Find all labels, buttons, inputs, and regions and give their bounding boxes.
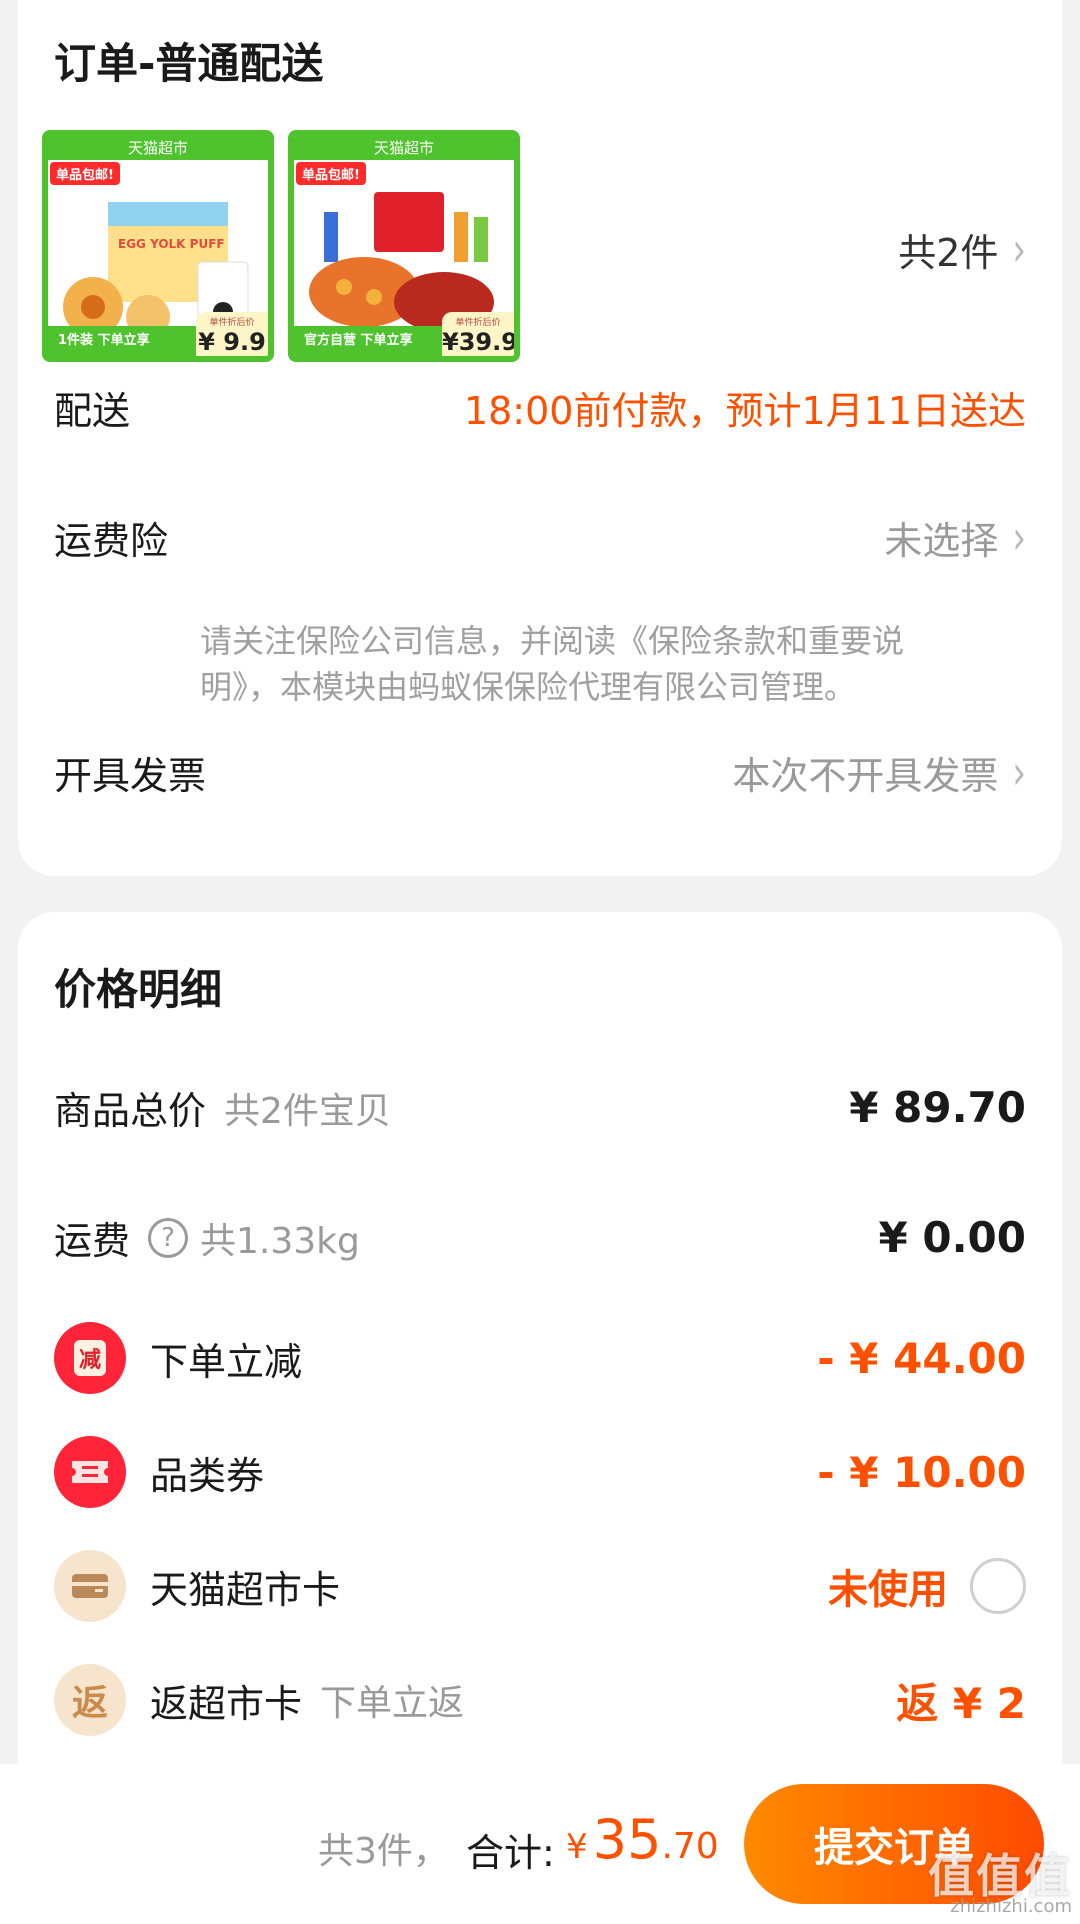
goods-total-label: 商品总价: [54, 1089, 207, 1133]
invoice-value: 本次不开具发票: [732, 754, 999, 798]
checkout-currency: ¥: [566, 1827, 588, 1867]
art-label: EGG YOLK PUFF: [118, 237, 225, 251]
product-thumbnail-1[interactable]: 天猫超市 单品包邮! EGG YOLK PUFF 1件装 下单立享 单件折后价 …: [42, 130, 274, 362]
shipping-value: ¥ 0.00: [878, 1213, 1026, 1262]
insurance-value-group: 未选择 ›: [884, 509, 1026, 566]
item-count: 共2件: [898, 231, 999, 275]
price-detail-card: 价格明细 商品总价 共2件宝贝 ¥ 89.70 运费 ? 共1.33kg ¥ 0…: [18, 912, 1062, 1912]
market-card-label: 天猫超市卡: [150, 1567, 341, 1612]
discount-label: 下单立减: [150, 1339, 303, 1384]
chevron-right-icon: ›: [1012, 509, 1026, 566]
help-icon[interactable]: ?: [148, 1217, 189, 1258]
order-card: 订单-普通配送 天猫超市 单品包邮! EGG YOLK PUFF 1件装 下单立…: [18, 0, 1062, 876]
thumb-price-box: 单件折后价 ¥ 9.9: [196, 312, 268, 356]
invoice-label: 开具发票: [54, 754, 207, 798]
checkout-item-count: 共3件，: [318, 1831, 449, 1872]
ticket-glyph: [72, 1461, 108, 1483]
thumb-price-box: 单件折后价 ¥39.9: [442, 312, 514, 356]
market-card-status: 未使用: [828, 1567, 948, 1613]
goods-total-value: ¥ 89.70: [849, 1083, 1026, 1132]
product-thumbnail-2[interactable]: 天猫超市 单品包邮! 官方自营 下单立享 单件折后价 ¥39.9: [288, 130, 520, 362]
checkout-total-int: 35: [592, 1808, 662, 1871]
discount-row: 减 下单立减 - ¥ 44.00: [54, 1322, 1026, 1394]
checkout-total-label: 合计:: [466, 1831, 555, 1875]
delivery-value: 18:00前付款，预计1月11日送达: [463, 389, 1026, 433]
order-title: 订单-普通配送: [54, 39, 324, 88]
invoice-value-group: 本次不开具发票 ›: [732, 744, 1026, 801]
thumb-price-label: 单件折后价: [455, 318, 501, 328]
shipping-weight: 共1.33kg: [200, 1220, 360, 1262]
rebate-value: 返 ¥ 2: [896, 1678, 1026, 1728]
coupon-row: 品类券 - ¥ 10.00: [54, 1436, 1026, 1508]
chevron-right-icon: ›: [1012, 221, 1026, 278]
checkout-total: ¥ 35.70: [566, 1808, 719, 1871]
discount-value: - ¥ 44.00: [817, 1333, 1026, 1383]
shipping-label: 运费: [54, 1219, 131, 1263]
rebate-row: 返 返超市卡 下单立返 返 ¥ 2: [54, 1664, 1026, 1736]
rebate-icon-glyph: 返: [71, 1683, 108, 1724]
rebate-label: 返超市卡: [150, 1681, 303, 1726]
invoice-row[interactable]: 开具发票 本次不开具发票 ›: [54, 744, 1026, 801]
rebate-icon: 返: [54, 1664, 126, 1736]
ticket-icon: [54, 1436, 126, 1508]
discount-icon-glyph: 减: [73, 1340, 106, 1376]
item-count-link[interactable]: 共2件 ›: [898, 221, 1026, 278]
price-detail-title: 价格明细: [54, 965, 223, 1014]
thumb-tag: 单品包邮!: [296, 162, 366, 185]
coupon-value: - ¥ 10.00: [817, 1447, 1026, 1497]
thumb-banner: 天猫超市: [48, 136, 268, 160]
rebate-sub: 下单立返: [320, 1683, 465, 1724]
insurance-value: 未选择: [884, 519, 999, 563]
goods-total-row: 商品总价 共2件宝贝 ¥ 89.70: [54, 1080, 1026, 1135]
chevron-right-icon: ›: [1012, 744, 1026, 801]
market-card-right: 未使用: [828, 1557, 1026, 1615]
watermark-url: zhizhizhi.com: [950, 1896, 1072, 1917]
insurance-row[interactable]: 运费险 未选择 ›: [54, 509, 1026, 566]
delivery-row: 配送 18:00前付款，预计1月11日送达: [54, 380, 1026, 435]
goods-total-sub: 共2件宝贝: [224, 1090, 391, 1132]
thumb-price: ¥ 9.9: [198, 328, 266, 356]
market-card-radio[interactable]: [970, 1558, 1026, 1614]
delivery-label: 配送: [54, 389, 131, 433]
thumb-banner: 天猫超市: [294, 136, 514, 160]
wallet-glyph: [72, 1574, 108, 1598]
thumb-price: ¥39.9: [442, 328, 518, 356]
checkout-bar: 共3件， 合计: ¥ 35.70 提交订单: [0, 1764, 1080, 1924]
checkout-total-dec: .70: [661, 1826, 719, 1867]
insurance-notice: 请关注保险公司信息，并阅读《保险条款和重要说明》，本模块由蚂蚁保保险代理有限公司…: [200, 622, 905, 706]
shipping-row: 运费 ? 共1.33kg ¥ 0.00: [54, 1210, 1026, 1265]
thumb-price-label: 单件折后价: [209, 318, 255, 328]
wallet-card-icon: [54, 1550, 126, 1622]
coupon-label: 品类券: [150, 1453, 265, 1498]
discount-icon: 减: [54, 1322, 126, 1394]
insurance-label: 运费险: [54, 519, 169, 563]
thumb-tag: 单品包邮!: [50, 162, 120, 185]
market-card-row[interactable]: 天猫超市卡 未使用: [54, 1550, 1026, 1622]
